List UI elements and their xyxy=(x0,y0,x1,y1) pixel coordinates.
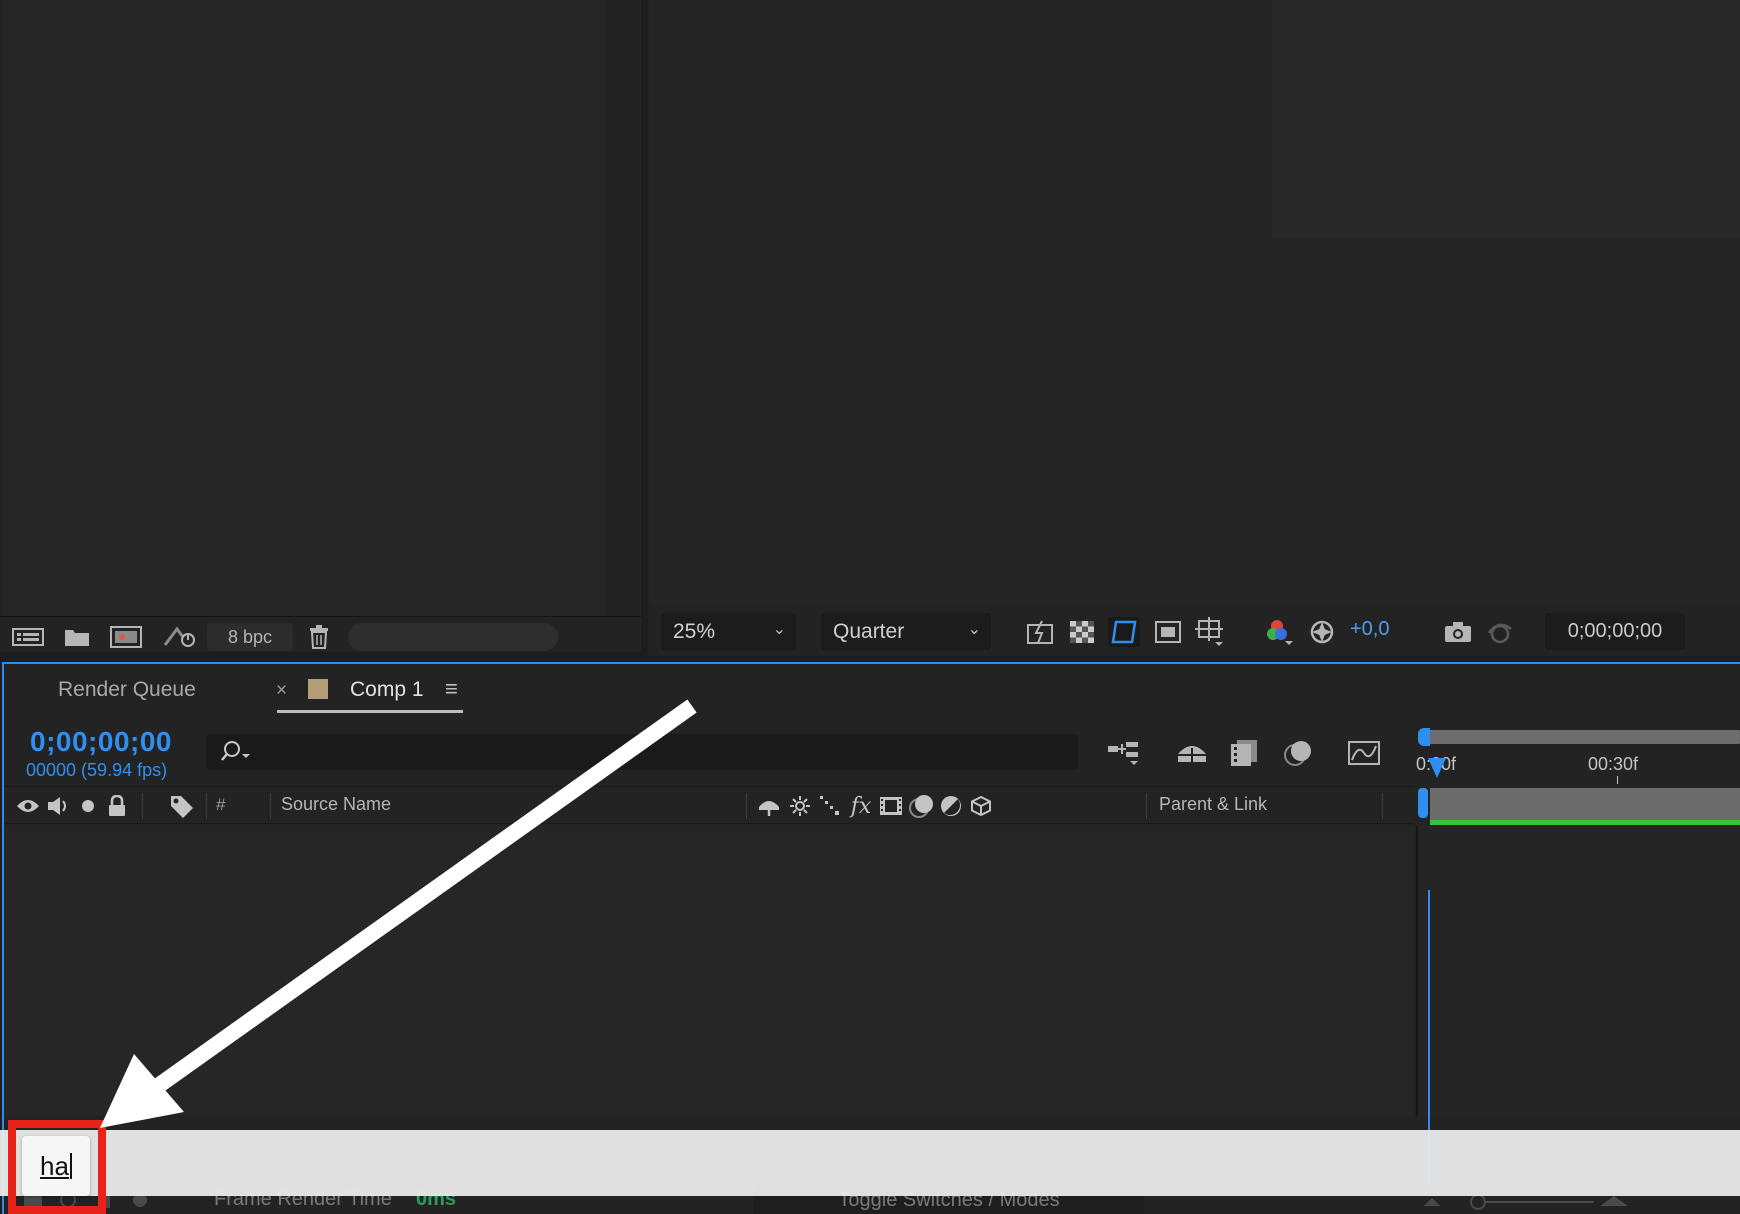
annotation-arrow-icon xyxy=(100,699,697,1128)
